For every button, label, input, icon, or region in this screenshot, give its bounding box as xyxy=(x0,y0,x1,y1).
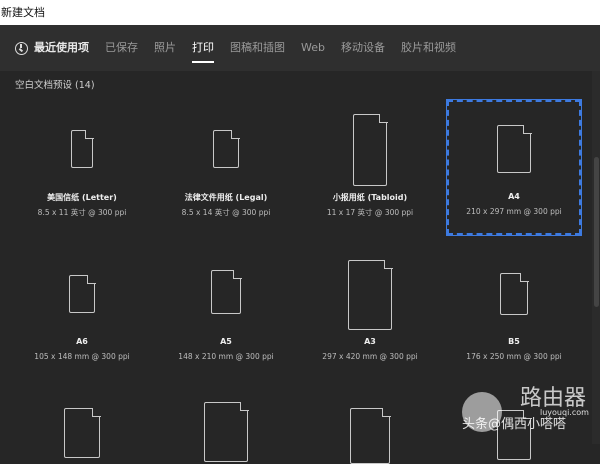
window-title: 新建文档 xyxy=(0,0,600,25)
category-tabs: 最近使用项 已保存 照片 打印 图稿和插图 Web 移动设备 胶片和视频 xyxy=(0,25,600,71)
document-icon xyxy=(500,272,529,315)
preset-spec: 297 x 420 mm @ 300 ppi xyxy=(322,352,418,361)
document-icon xyxy=(353,113,388,186)
preset-spec: 8.5 x 11 英寸 @ 300 ppi xyxy=(37,208,127,217)
tab-photo[interactable]: 照片 xyxy=(154,25,176,71)
document-icon xyxy=(497,124,532,173)
preset-name: 法律文件用纸 (Legal) xyxy=(184,193,268,202)
preset-spec: 105 x 148 mm @ 300 ppi xyxy=(34,352,130,361)
preset-name: 小报用纸 (Tabloid) xyxy=(332,193,408,202)
clock-icon xyxy=(15,41,28,55)
tab-film-video[interactable]: 胶片和视频 xyxy=(401,25,456,71)
preset-a5[interactable]: A5 148 x 210 mm @ 300 ppi xyxy=(159,245,293,380)
watermark-author: 头条@偶西小嗒嗒 xyxy=(462,417,567,432)
document-icon xyxy=(211,269,242,314)
preset-tabloid[interactable]: 小报用纸 (Tabloid) 11 x 17 英寸 @ 300 ppi xyxy=(303,100,437,235)
preset-legal[interactable]: 法律文件用纸 (Legal) 8.5 x 14 英寸 @ 300 ppi xyxy=(159,100,293,235)
section-title: 空白文档预设 (14) xyxy=(15,80,95,91)
tab-recent[interactable]: 最近使用项 xyxy=(15,25,89,71)
preset-letter[interactable]: 美国信纸 (Letter) 8.5 x 11 英寸 @ 300 ppi xyxy=(15,100,149,235)
tab-print[interactable]: 打印 xyxy=(192,25,214,71)
preset-name: A6 xyxy=(76,337,88,346)
tab-mobile[interactable]: 移动设备 xyxy=(341,25,385,71)
preset-name: B5 xyxy=(508,337,520,346)
document-icon xyxy=(69,274,96,313)
tab-art-illustration[interactable]: 图稿和插图 xyxy=(230,25,285,71)
document-icon xyxy=(348,259,393,330)
document-icon xyxy=(64,407,101,458)
document-icon xyxy=(204,401,249,462)
preset-spec: 11 x 17 英寸 @ 300 ppi xyxy=(326,208,414,217)
preset-spec: 210 x 297 mm @ 300 ppi xyxy=(466,207,562,216)
preset-spec: 176 x 250 mm @ 300 ppi xyxy=(466,352,562,361)
preset-spec: 148 x 210 mm @ 300 ppi xyxy=(178,352,274,361)
preset-name: A3 xyxy=(364,337,376,346)
document-icon xyxy=(213,129,240,168)
preset-a4[interactable]: A4 210 x 297 mm @ 300 ppi xyxy=(446,99,582,236)
scrollbar-thumb[interactable] xyxy=(594,157,599,307)
preset-a6[interactable]: A6 105 x 148 mm @ 300 ppi xyxy=(15,245,149,380)
document-icon xyxy=(71,129,94,168)
tab-label: 最近使用项 xyxy=(34,41,89,54)
preset-a3[interactable]: A3 297 x 420 mm @ 300 ppi xyxy=(303,245,437,380)
document-icon xyxy=(350,407,391,464)
preset-b5[interactable]: B5 176 x 250 mm @ 300 ppi xyxy=(447,245,581,380)
preset-name: A4 xyxy=(508,192,520,201)
scrollbar[interactable] xyxy=(592,71,600,444)
tab-saved[interactable]: 已保存 xyxy=(105,25,138,71)
tab-web[interactable]: Web xyxy=(301,25,325,71)
preset-spec: 8.5 x 14 英寸 @ 300 ppi xyxy=(181,208,271,217)
preset-name: 美国信纸 (Letter) xyxy=(47,193,117,202)
preset-name: A5 xyxy=(220,337,232,346)
